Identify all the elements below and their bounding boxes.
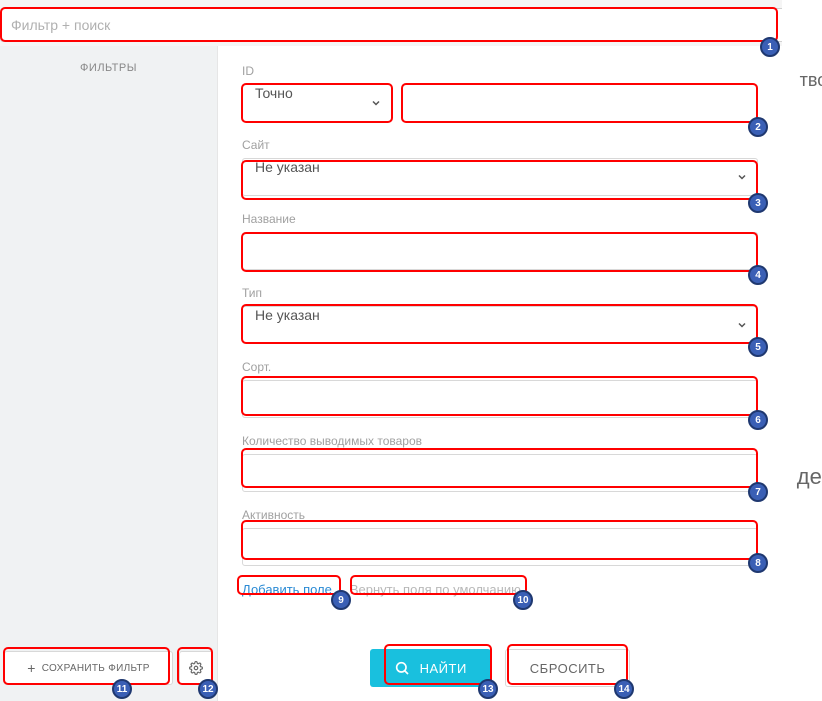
field-label-id: ID: [242, 64, 758, 78]
search-icon: [394, 660, 410, 676]
sort-input[interactable]: [242, 380, 758, 418]
annotation-badge: 13: [478, 679, 498, 699]
active-input[interactable]: [242, 528, 758, 566]
field-label-name: Название: [242, 212, 758, 226]
site-select-value: Не указан: [242, 158, 758, 196]
filter-panel: ID Точно Сайт Не указан Название Тип Не …: [218, 46, 782, 701]
save-filter-button[interactable]: + СОХРАНИТЬ ФИЛЬТР: [4, 651, 173, 685]
sidebar: ФИЛЬТРЫ + СОХРАНИТЬ ФИЛЬТР: [0, 46, 218, 701]
id-mode-value: Точно: [242, 84, 392, 122]
field-label-type: Тип: [242, 286, 758, 300]
annotation-badge: 9: [331, 590, 351, 610]
annotation-badge: 12: [198, 679, 218, 699]
annotation-badge: 11: [112, 679, 132, 699]
save-filter-label: СОХРАНИТЬ ФИЛЬТР: [42, 663, 150, 674]
background-fragment: тво по ден: [782, 0, 822, 701]
annotation-badge: 3: [748, 193, 768, 213]
field-label-limit: Количество выводимых товаров: [242, 434, 758, 448]
add-field-link[interactable]: Добавить поле: [242, 582, 332, 597]
plus-icon: +: [27, 660, 35, 676]
reset-button[interactable]: СБРОСИТЬ: [505, 649, 631, 687]
reset-fields-link[interactable]: Вернуть поля по умолчанию: [350, 582, 521, 597]
annotation-badge: 6: [748, 410, 768, 430]
id-mode-select[interactable]: Точно: [242, 84, 392, 122]
annotation-badge: 10: [513, 590, 533, 610]
type-select[interactable]: Не указан: [242, 306, 758, 344]
name-input[interactable]: [242, 232, 758, 270]
search-bar: [0, 8, 818, 42]
reset-button-label: СБРОСИТЬ: [530, 661, 606, 676]
sidebar-title: ФИЛЬТРЫ: [0, 46, 217, 90]
annotation-badge: 1: [760, 37, 780, 57]
field-label-sort: Сорт.: [242, 360, 758, 374]
gear-icon: [189, 661, 203, 675]
id-value-input[interactable]: [402, 84, 758, 122]
find-button-label: НАЙТИ: [420, 661, 467, 676]
limit-input[interactable]: [242, 454, 758, 492]
field-label-site: Сайт: [242, 138, 758, 152]
annotation-badge: 7: [748, 482, 768, 502]
annotation-badge: 4: [748, 265, 768, 285]
type-select-value: Не указан: [242, 306, 758, 344]
search-input[interactable]: [11, 17, 793, 33]
find-button[interactable]: НАЙТИ: [370, 649, 491, 687]
annotation-badge: 8: [748, 553, 768, 573]
annotation-badge: 5: [748, 337, 768, 357]
site-select[interactable]: Не указан: [242, 158, 758, 196]
annotation-badge: 2: [748, 117, 768, 137]
annotation-badge: 14: [614, 679, 634, 699]
field-label-active: Активность: [242, 508, 758, 522]
